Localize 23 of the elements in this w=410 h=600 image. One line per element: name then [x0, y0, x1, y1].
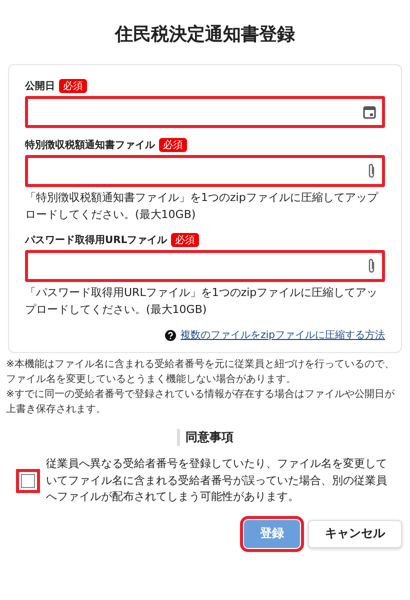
- page-title: 住民税決定通知書登録: [114, 23, 296, 46]
- required-badge: 必須: [159, 138, 187, 152]
- field-label: パスワード取得用URLファイル: [25, 234, 168, 247]
- date-field[interactable]: [25, 96, 385, 128]
- agreement-text: 従業員へ異なる受給者番号を登録していたり、ファイル名を変更していてファイル名に含まれる受給者番号が誤っていた場合、別の従業員へファイルが配布されてしまう可能性があります。: [46, 456, 388, 505]
- help-link[interactable]: 複数のファイルをzipファイルに圧縮する方法: [180, 328, 385, 342]
- paperclip-icon[interactable]: [367, 163, 376, 179]
- required-badge: 必須: [171, 233, 200, 247]
- calendar-icon[interactable]: [363, 105, 376, 119]
- section-heading: 同意事項: [176, 429, 234, 446]
- field-label: 特別徴収税額通知書ファイル: [25, 138, 155, 152]
- field-hint: 「パスワード取得用URLファイル」を1つのzipファイルに圧縮してアップロードしてください。(最大10GB): [25, 285, 379, 318]
- cancel-button[interactable]: キャンセル: [308, 520, 402, 548]
- field-hint: 「特別徴収税額通知書ファイル」を1つのzipファイルに圧縮してアップロードしてください。(最大10GB): [25, 190, 380, 222]
- paperclip-icon[interactable]: [367, 258, 376, 274]
- file-field[interactable]: [25, 155, 385, 187]
- file-field[interactable]: [25, 250, 385, 282]
- help-icon: [164, 330, 176, 340]
- required-badge: 必須: [59, 79, 87, 93]
- field-label: 公開日: [25, 80, 55, 93]
- note-text: ※すでに同一の受給者番号で登録されている情報が存在する場合はファイルや公開日が上書き保存されます。: [6, 388, 396, 417]
- note-text: ※本機能はファイル名に含まれる受給者番号を元に従業員と紐づけを行っているので、ファイル名を変更しているとうまく機能しない場合があります。: [6, 358, 396, 387]
- agreement-checkbox[interactable]: [21, 474, 35, 488]
